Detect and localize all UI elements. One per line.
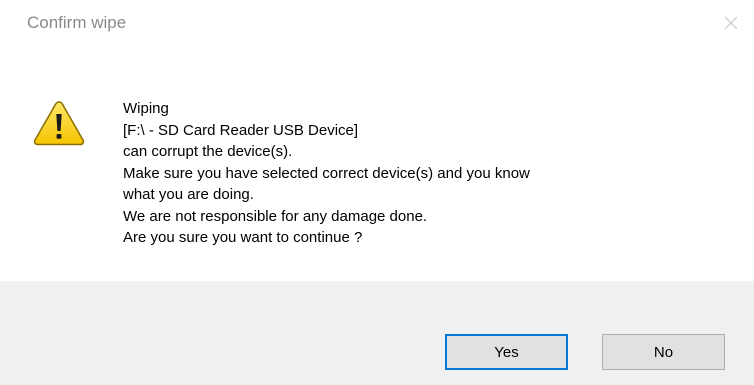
confirm-dialog: Confirm wipe Wiping [F:\ - SD Card Reade… [0,0,754,385]
message-text: Wiping [F:\ - SD Card Reader USB Device]… [123,98,733,249]
message-line: Are you sure you want to continue ? [123,229,363,246]
message-line: Wiping [123,100,169,117]
title-bar[interactable]: Confirm wipe [0,0,754,46]
warning-icon [33,101,85,146]
no-button[interactable]: No [602,334,725,370]
close-icon [724,16,738,30]
message-line: Make sure you have selected correct devi… [123,164,530,182]
window-title: Confirm wipe [27,13,127,32]
message-line: what you are doing. [123,186,254,203]
message-line: [F:\ - SD Card Reader USB Device] [123,121,359,139]
message-line: can corrupt the device(s). [123,143,293,160]
close-button[interactable] [708,0,754,46]
yes-button[interactable]: Yes [445,334,568,370]
button-bar: Yes No [0,281,754,385]
message-line: We are not responsible for any damage do… [123,207,428,225]
dialog-content: Wiping [F:\ - SD Card Reader USB Device]… [0,46,754,281]
